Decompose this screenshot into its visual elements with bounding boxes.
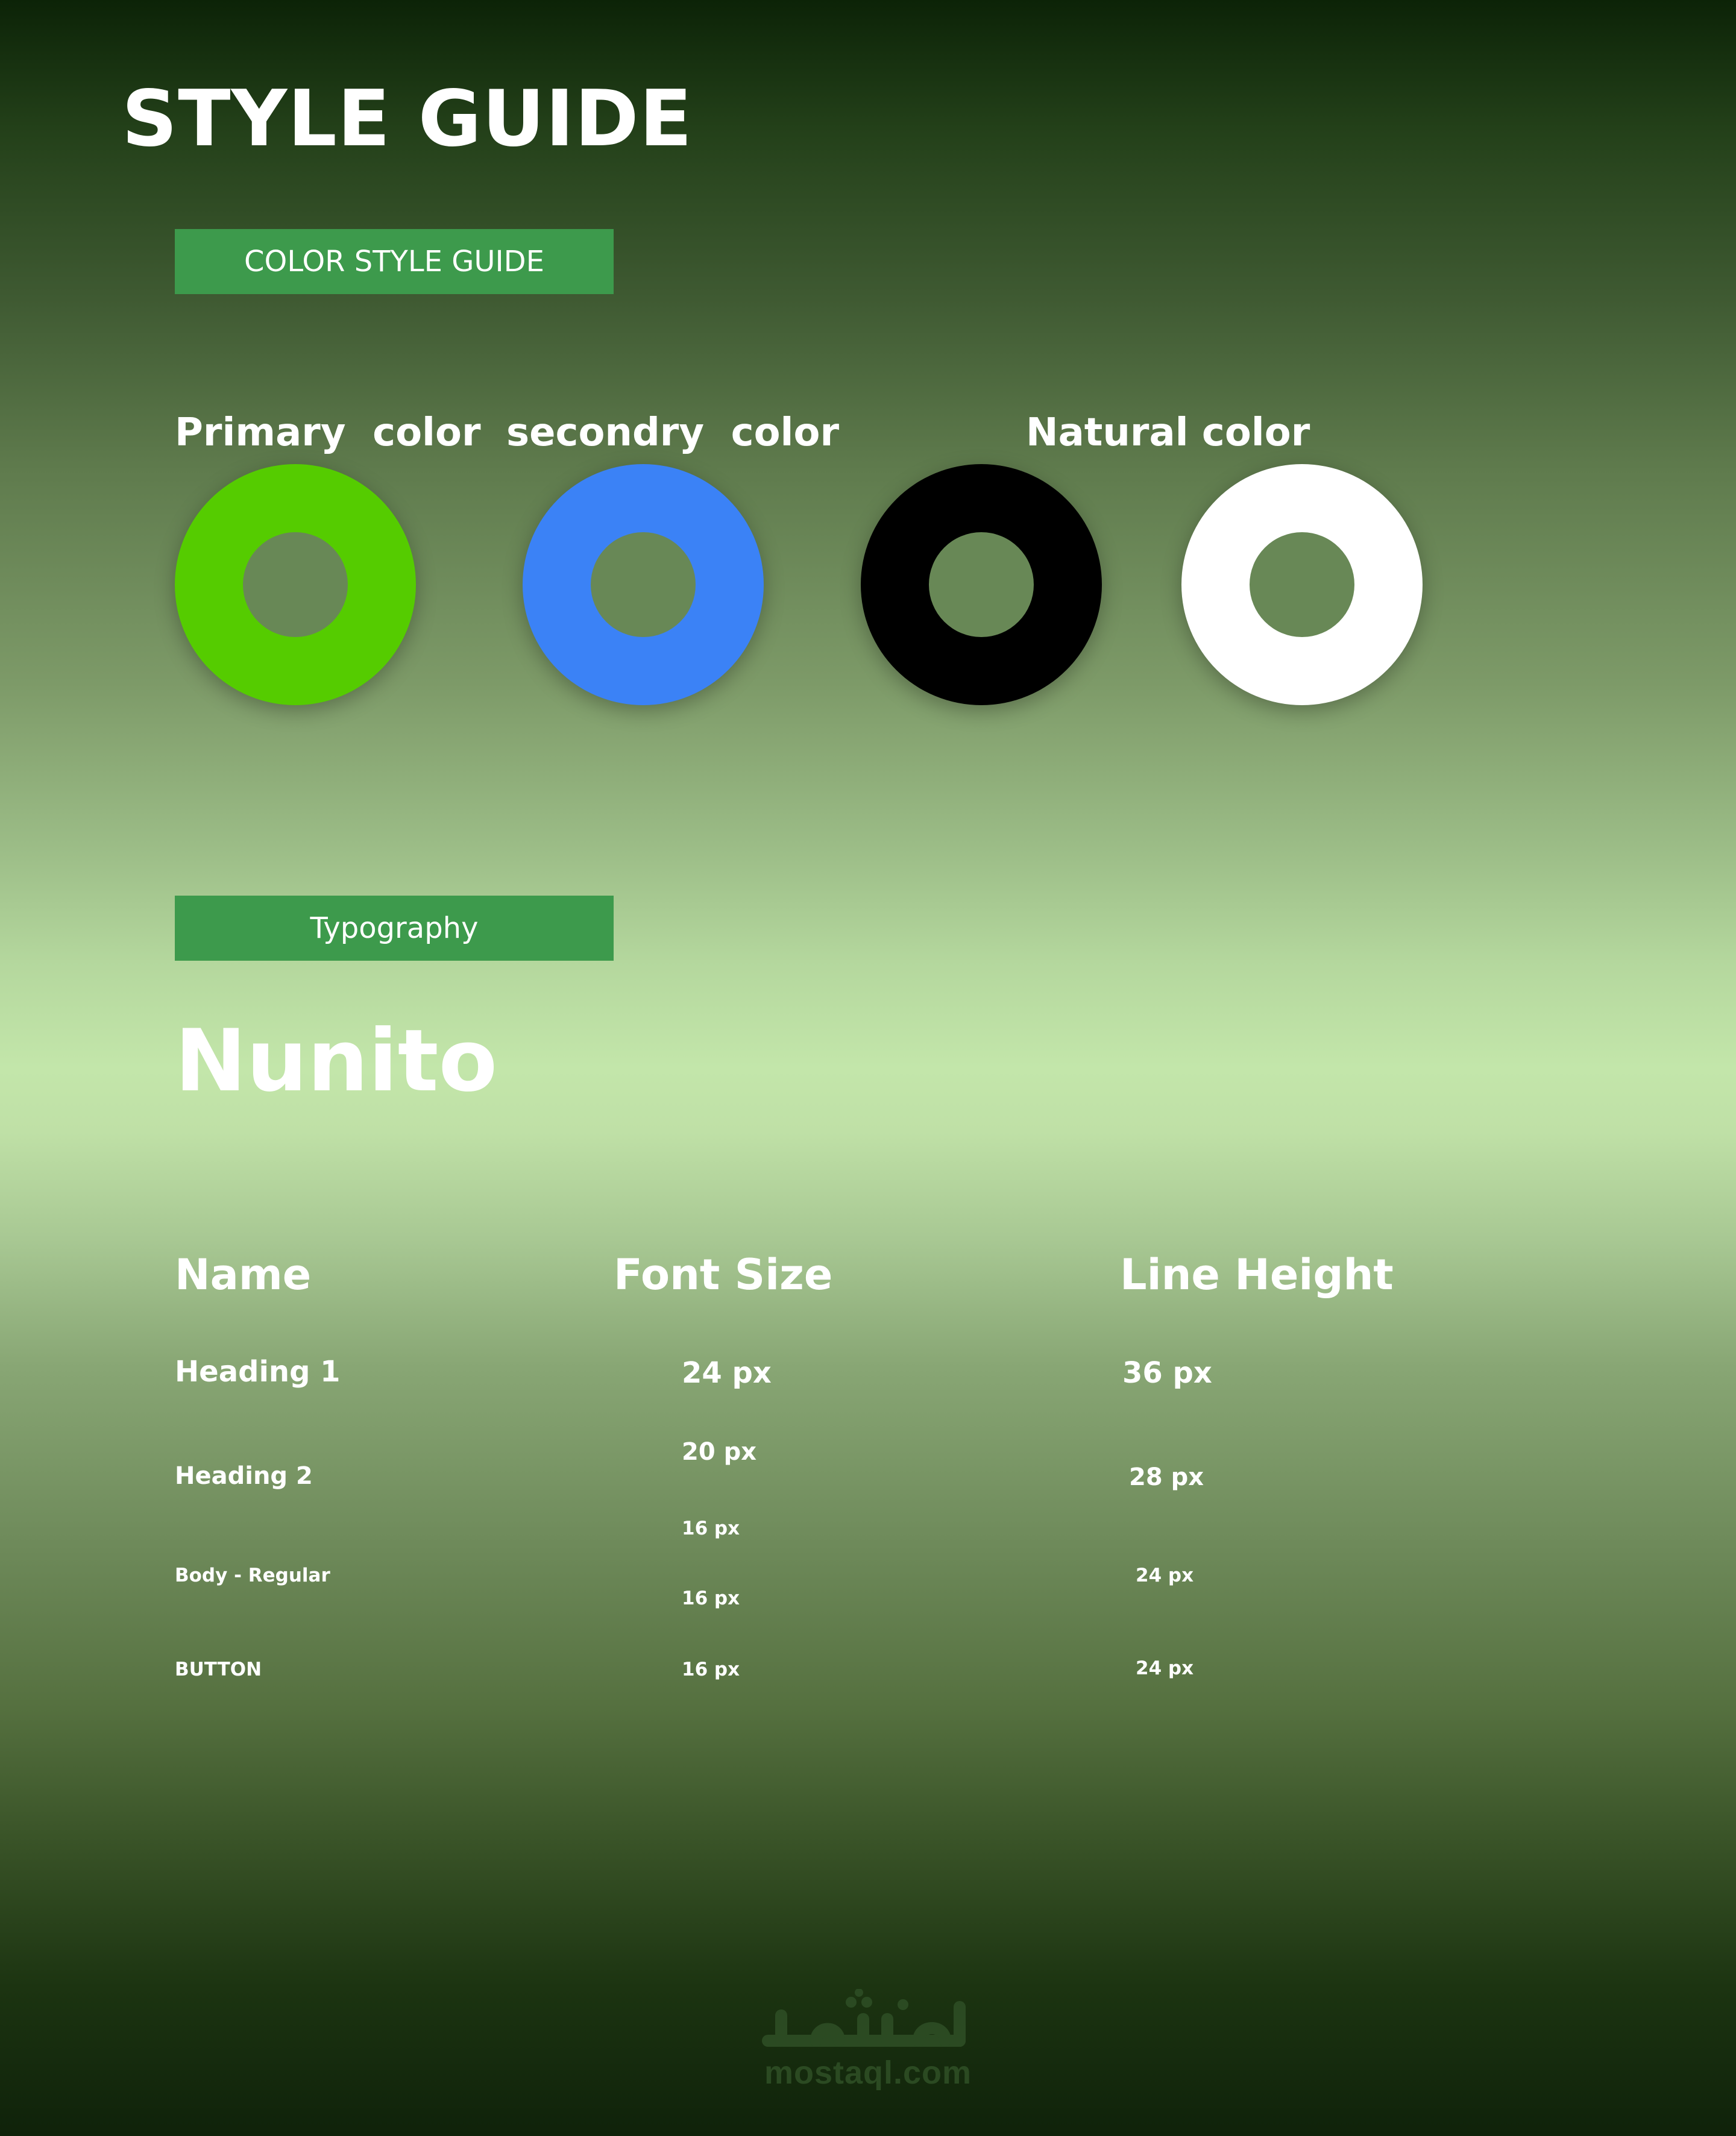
row-line-height-button: 24 px [1136,1657,1194,1679]
swatch-hole [1250,532,1354,637]
row-font-size-heading-2: 20 px [682,1438,757,1466]
color-style-guide-badge: COLOR STYLE GUIDE [175,229,614,294]
column-header-line-height: Line Height [1120,1250,1394,1299]
neutral-color-label: Natural color [1026,410,1310,455]
neutral-white-swatch [1181,464,1423,705]
swatch-hole [929,532,1034,637]
swatch-hole [591,532,696,637]
watermark-site-text: mostaql.com [764,2055,972,2091]
page-title: STYLE GUIDE [122,74,693,164]
row-name-heading-1: Heading 1 [175,1355,341,1389]
row-name-heading-2: Heading 2 [175,1462,313,1490]
primary-color-swatch [175,464,416,705]
secondary-color-label: secondry color [506,410,839,455]
row-font-size-button: 16 px [682,1659,740,1680]
row-font-size-heading-1: 24 px [682,1356,772,1390]
mostaql-logo [762,1989,966,2047]
row-line-height-body-regular: 24 px [1136,1565,1194,1586]
secondary-color-swatch [523,464,764,705]
extra-font-size-value: 16 px [682,1518,740,1539]
column-header-font-size: Font Size [614,1250,833,1299]
row-line-height-heading-1: 36 px [1122,1356,1212,1390]
primary-color-label: Primary color [175,410,481,455]
row-line-height-heading-2: 28 px [1129,1463,1204,1491]
typography-badge: Typography [175,896,614,961]
column-header-name: Name [175,1250,312,1299]
swatch-hole [243,532,348,637]
row-name-body-regular: Body - Regular [175,1565,330,1586]
row-font-size-body-regular: 16 px [682,1588,740,1609]
font-family-name: Nunito [175,1011,498,1111]
row-name-button: BUTTON [175,1659,262,1680]
neutral-black-swatch [861,464,1102,705]
